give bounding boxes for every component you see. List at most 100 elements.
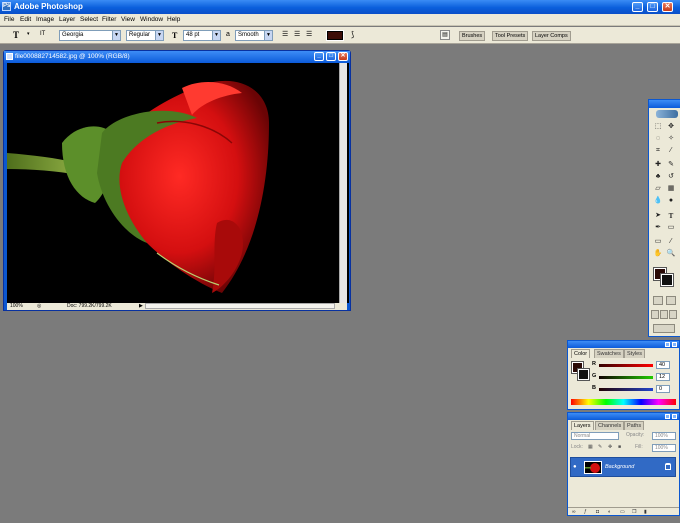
tab-channels[interactable]: Channels <box>595 421 625 430</box>
brush-tool-icon[interactable]: ✎ <box>666 160 676 170</box>
horizontal-scrollbar[interactable] <box>145 303 335 309</box>
status-menu-arrow-icon[interactable]: ▶ <box>139 303 143 310</box>
doc-minimize-button[interactable]: _ <box>314 52 324 61</box>
standard-mode-button[interactable] <box>653 296 663 305</box>
color-spectrum-bar[interactable] <box>571 399 676 405</box>
tab-layer-comps[interactable]: Layer Comps <box>532 31 571 41</box>
tab-brushes[interactable]: Brushes <box>459 31 486 41</box>
path-selection-tool-icon[interactable]: ➤ <box>653 211 663 221</box>
tab-color[interactable]: Color <box>571 349 591 358</box>
minimize-button[interactable]: _ <box>632 2 643 12</box>
document-window[interactable]: file000882714582.jpg @ 100% (RGB/8) _ □ … <box>3 50 351 311</box>
color-palette-title-bar[interactable] <box>568 341 679 348</box>
adjustment-layer-icon[interactable]: ◐ <box>608 509 611 517</box>
align-center-icon[interactable]: ☰ <box>294 30 304 41</box>
maximize-button[interactable]: □ <box>647 2 658 12</box>
tab-paths[interactable]: Paths <box>624 421 645 430</box>
quick-mask-button[interactable] <box>666 296 676 305</box>
layers-palette-title-bar[interactable] <box>568 413 679 420</box>
trash-icon[interactable]: ▮ <box>644 509 647 517</box>
zoom-level[interactable]: 100% <box>10 303 23 310</box>
close-button[interactable]: ✕ <box>662 2 673 12</box>
lock-image-icon[interactable]: ✎ <box>598 444 602 452</box>
layer-group-icon[interactable]: ▭ <box>620 509 625 517</box>
fill-input[interactable]: 100% <box>652 444 676 452</box>
crop-tool-icon[interactable]: ⌗ <box>653 146 663 156</box>
text-color-swatch[interactable] <box>326 30 344 41</box>
gradient-tool-icon[interactable]: ▦ <box>666 184 676 194</box>
menu-view[interactable]: View <box>121 16 135 23</box>
red-value-input[interactable]: 40 <box>656 361 670 369</box>
green-value-input[interactable]: 12 <box>656 373 670 381</box>
zoom-tool-icon[interactable]: 🔍 <box>666 249 676 259</box>
palette-close-button[interactable] <box>672 342 677 347</box>
warp-text-icon[interactable]: ⟆ <box>351 30 361 41</box>
history-brush-tool-icon[interactable]: ↺ <box>666 172 676 182</box>
screen-mode-full-menu-button[interactable] <box>660 310 668 319</box>
document-title-bar[interactable]: file000882714582.jpg @ 100% (RGB/8) _ □ … <box>4 51 350 63</box>
menu-help[interactable]: Help <box>167 16 180 23</box>
lock-all-icon[interactable]: ■ <box>618 444 621 452</box>
blue-slider[interactable] <box>599 388 653 391</box>
font-family-select[interactable]: Georgia ▼ <box>59 30 121 41</box>
menu-filter[interactable]: Filter <box>102 16 116 23</box>
menu-select[interactable]: Select <box>80 16 98 23</box>
eraser-tool-icon[interactable]: ▱ <box>653 184 663 194</box>
menu-image[interactable]: Image <box>36 16 54 23</box>
palette-well-icon[interactable]: ▤ <box>440 30 450 40</box>
dodge-tool-icon[interactable]: ● <box>666 196 676 206</box>
layer-mask-icon[interactable]: ◘ <box>596 509 599 517</box>
slice-tool-icon[interactable]: ⁄ <box>666 146 676 156</box>
hand-tool-icon[interactable]: ✋ <box>653 249 663 259</box>
status-icon[interactable]: ◎ <box>37 303 41 310</box>
magic-wand-tool-icon[interactable]: ✧ <box>666 134 676 144</box>
notes-tool-icon[interactable]: ▭ <box>653 237 663 247</box>
background-color-swatch[interactable] <box>660 273 674 287</box>
pen-tool-icon[interactable]: ✒ <box>653 223 663 233</box>
vertical-scrollbar[interactable] <box>339 63 347 303</box>
doc-close-button[interactable]: ✕ <box>338 52 348 61</box>
layer-row-background[interactable]: ● Background <box>570 457 676 477</box>
antialias-select[interactable]: Smooth ▼ <box>235 30 273 41</box>
new-layer-icon[interactable]: ❐ <box>632 509 636 517</box>
doc-maximize-button[interactable]: □ <box>326 52 336 61</box>
text-tool-preset-button[interactable]: T <box>13 30 27 41</box>
align-right-icon[interactable]: ☰ <box>306 30 316 41</box>
link-layers-icon[interactable]: ∞ <box>572 509 576 517</box>
toolbox-title-bar[interactable] <box>649 100 680 108</box>
text-orientation-button[interactable]: IT <box>40 30 52 41</box>
blend-mode-select[interactable]: Normal <box>571 432 619 440</box>
eyedropper-tool-icon[interactable]: ⁄ <box>666 237 676 247</box>
tab-swatches[interactable]: Swatches <box>594 349 624 358</box>
palette-minimize-button[interactable] <box>665 414 670 419</box>
menu-window[interactable]: Window <box>140 16 163 23</box>
blur-tool-icon[interactable]: 💧 <box>653 196 663 206</box>
healing-brush-tool-icon[interactable]: ✚ <box>653 160 663 170</box>
tab-layers[interactable]: Layers <box>571 421 594 430</box>
tab-tool-presets[interactable]: Tool Presets <box>492 31 529 41</box>
color-bg-swatch[interactable] <box>577 368 590 381</box>
menu-edit[interactable]: Edit <box>20 16 31 23</box>
screen-mode-full-button[interactable] <box>669 310 677 319</box>
palette-close-button[interactable] <box>672 414 677 419</box>
blue-value-input[interactable]: 0 <box>656 385 670 393</box>
menu-file[interactable]: File <box>4 16 14 23</box>
shape-tool-icon[interactable]: ▭ <box>666 223 676 233</box>
font-size-select[interactable]: 48 pt ▼ <box>183 30 221 41</box>
move-tool-icon[interactable]: ✥ <box>666 122 676 132</box>
tool-preset-arrow-icon[interactable]: ▾ <box>27 30 33 41</box>
clone-stamp-tool-icon[interactable]: ♣ <box>653 172 663 182</box>
type-tool-icon[interactable]: T <box>666 211 676 221</box>
red-slider[interactable] <box>599 364 653 367</box>
eye-icon[interactable]: ● <box>573 464 580 471</box>
layer-style-icon[interactable]: ƒ <box>584 509 587 517</box>
opacity-input[interactable]: 100% <box>652 432 676 440</box>
marquee-tool-icon[interactable]: ⬚ <box>653 122 663 132</box>
image-canvas[interactable] <box>7 63 349 303</box>
lock-transparent-icon[interactable]: ▦ <box>588 444 593 452</box>
green-slider[interactable] <box>599 376 653 379</box>
align-left-icon[interactable]: ☰ <box>282 30 292 41</box>
lasso-tool-icon[interactable]: ◌ <box>653 134 663 144</box>
menu-layer[interactable]: Layer <box>59 16 75 23</box>
screen-mode-standard-button[interactable] <box>651 310 659 319</box>
